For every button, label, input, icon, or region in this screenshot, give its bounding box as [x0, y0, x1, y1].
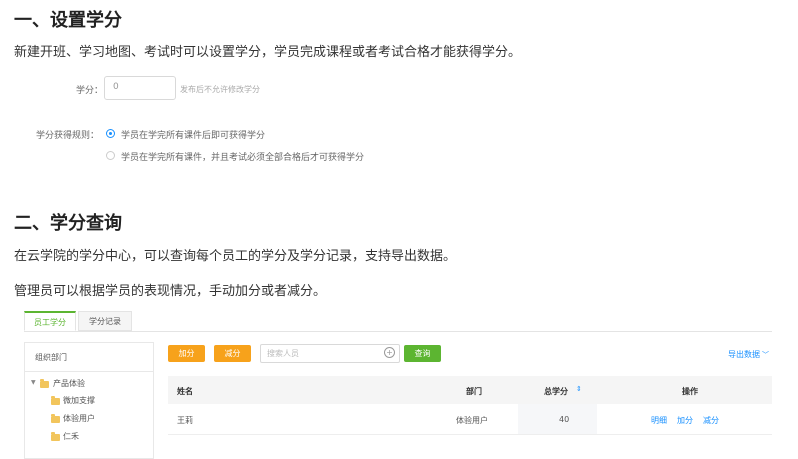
- query-button[interactable]: 查询: [404, 345, 441, 362]
- table-row: 王莉 体验用户 40 明细 加分 减分: [168, 404, 772, 435]
- tree-item-product[interactable]: 产品体验: [53, 378, 85, 389]
- sidebar-header: 组织部门: [25, 343, 153, 372]
- section1-title: 一、设置学分: [14, 10, 122, 31]
- total-credits-cell: [518, 404, 597, 434]
- sort-icon[interactable]: ⇕: [576, 385, 582, 393]
- tab-credit-records[interactable]: 学分记录: [78, 311, 132, 331]
- folder-icon: [51, 432, 60, 441]
- table-header: 姓名 部门 总学分 ⇕ 操作: [168, 376, 772, 404]
- sidebar-title: 组织部门: [35, 353, 67, 362]
- row-total-credits: 40: [559, 415, 570, 424]
- tree-item-support[interactable]: 微加支撑: [63, 395, 95, 406]
- add-credit-link[interactable]: 加分: [677, 415, 693, 426]
- credit-input[interactable]: 0: [104, 76, 176, 100]
- credit-label: 学分：: [76, 86, 104, 96]
- rule-option-1-radio[interactable]: [106, 129, 115, 138]
- rule-option-1-label: 学员在学完所有课件后即可获得学分: [121, 131, 266, 141]
- export-data-label: 导出数据: [728, 350, 760, 359]
- search-placeholder: 搜索人员: [267, 349, 299, 358]
- section1-description: 新建开班、学习地图、考试时可以设置学分，学员完成课程或者考试合格才能获得学分。: [14, 45, 522, 60]
- credit-center-panel: 员工学分 学分记录 组织部门 ▼ 产品体验 微加支撑 体验用户 仁禾 加分 减分…: [24, 310, 772, 459]
- subtract-credit-link[interactable]: 减分: [703, 415, 719, 426]
- rule-label: 学分获得规则：: [36, 131, 100, 141]
- org-sidebar: 组织部门 ▼ 产品体验 微加支撑 体验用户 仁禾: [24, 342, 154, 459]
- tree-item-renhe[interactable]: 仁禾: [63, 431, 79, 442]
- folder-icon: [51, 396, 60, 405]
- rule-option-2-label: 学员在学完所有课件，并且考试必须全部合格后才可获得学分: [121, 153, 365, 163]
- rule-option-2-radio[interactable]: [106, 151, 115, 160]
- add-icon[interactable]: +: [384, 347, 395, 358]
- search-input[interactable]: 搜索人员 +: [260, 344, 400, 363]
- folder-icon: [40, 379, 49, 388]
- tab-employee-credits[interactable]: 员工学分: [24, 311, 76, 331]
- column-department: 部门: [466, 387, 482, 396]
- column-actions: 操作: [682, 387, 698, 396]
- folder-icon: [51, 414, 60, 423]
- add-credit-button[interactable]: 加分: [168, 345, 205, 362]
- credit-value: 0: [113, 82, 119, 92]
- row-name: 王莉: [177, 416, 193, 425]
- export-data-link[interactable]: 导出数据 ﹀: [728, 349, 769, 360]
- chevron-down-icon: ﹀: [762, 351, 769, 359]
- column-name: 姓名: [177, 387, 193, 396]
- detail-link[interactable]: 明细: [651, 415, 667, 426]
- tab-divider: [24, 331, 772, 332]
- section2-description-1: 在云学院的学分中心，可以查询每个员工的学分及学分记录，支持导出数据。: [14, 249, 457, 264]
- column-total-credits[interactable]: 总学分: [544, 386, 568, 397]
- section2-title: 二、学分查询: [14, 213, 122, 234]
- tree-item-trial-users[interactable]: 体验用户: [63, 413, 95, 424]
- credit-hint: 发布后不允许修改学分: [180, 85, 260, 94]
- row-department: 体验用户: [456, 416, 488, 425]
- section2-description-2: 管理员可以根据学员的表现情况，手动加分或者减分。: [14, 284, 327, 299]
- subtract-credit-button[interactable]: 减分: [214, 345, 251, 362]
- chevron-down-icon[interactable]: ▼: [31, 379, 36, 386]
